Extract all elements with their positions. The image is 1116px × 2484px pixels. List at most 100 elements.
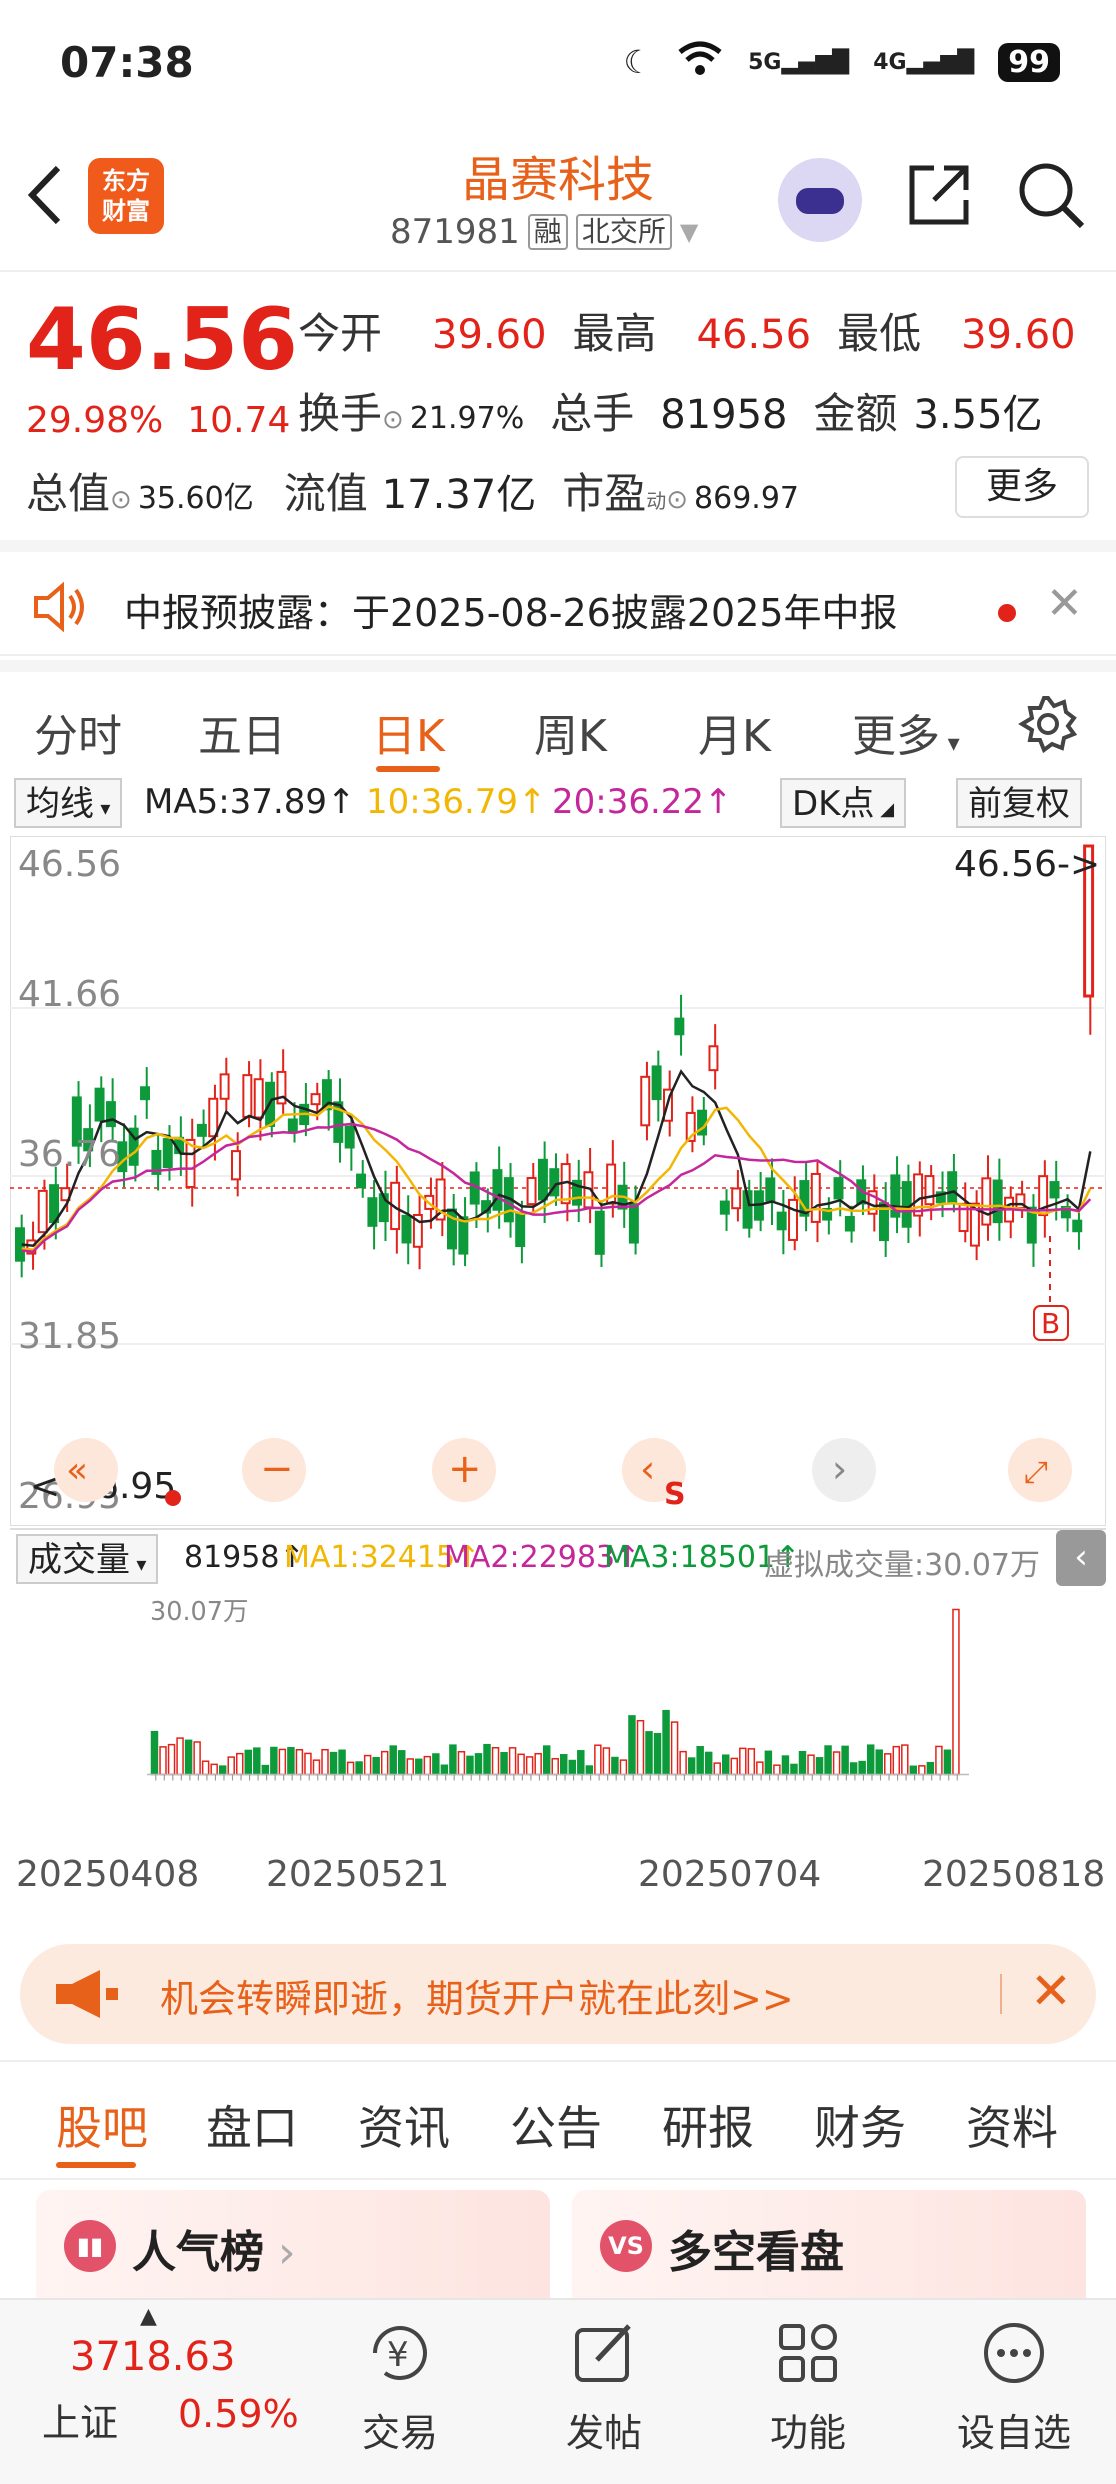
candle-body <box>94 1087 105 1122</box>
candle-body <box>594 1210 605 1255</box>
tab-intraday[interactable]: 分时 <box>34 700 122 764</box>
zoom-out-glyph: − <box>260 1446 294 1492</box>
content-tabs: 股吧 盘口 资讯 公告 研报 财务 资料 <box>0 2060 1116 2180</box>
tab-announcement[interactable]: 公告 <box>510 2092 602 2158</box>
search-icon[interactable] <box>1016 160 1086 230</box>
candle-body <box>356 1173 367 1189</box>
tab-guba[interactable]: 股吧 <box>56 2092 148 2158</box>
volume-bar <box>201 1760 210 1776</box>
info-icon[interactable]: ⊙ <box>666 485 688 515</box>
volume-bar <box>824 1745 832 1776</box>
volume-bar <box>670 1721 679 1776</box>
volume-bar <box>500 1752 508 1776</box>
volume-bar <box>457 1750 466 1776</box>
tab-finance[interactable]: 财务 <box>814 2092 906 2158</box>
virtual-volume: 虚拟成交量:30.07万 <box>764 1548 1040 1583</box>
ma-selector[interactable]: 均线 ▾ <box>14 778 123 828</box>
volume-bar <box>236 1752 244 1776</box>
nav-functions[interactable]: 功能 <box>738 2318 878 2457</box>
volume-selector[interactable]: 成交量 ▾ <box>16 1534 159 1584</box>
tab-more[interactable]: 更多 ▾ <box>852 700 960 764</box>
notice-text: 中报预披露：于2025-08-26披露2025年中报 <box>124 591 898 635</box>
candle-body <box>640 1075 651 1127</box>
margin-tag: 融 <box>527 214 568 250</box>
open-value: 39.60 <box>432 312 547 358</box>
volume-bar <box>167 1743 176 1776</box>
exchange-tag: 北交所 <box>575 214 672 250</box>
close-icon[interactable]: ✕ <box>1030 1962 1072 2020</box>
candle-body <box>458 1216 469 1255</box>
kline-chart[interactable]: 46.56 41.66 36.76 31.85 26.95 46.56-> <-… <box>10 836 1106 1526</box>
nav-post[interactable]: 发帖 <box>534 2318 674 2457</box>
share-icon[interactable] <box>904 160 974 230</box>
volume-bar <box>653 1732 662 1776</box>
candle-body <box>651 1065 662 1101</box>
stock-code-row[interactable]: 871981 融 北交所 ▼ <box>390 212 698 252</box>
megaphone-icon <box>50 1966 122 2022</box>
collapse-panel-icon[interactable]: ‹ <box>1056 1530 1106 1586</box>
volume-bar <box>363 1754 372 1776</box>
nav-add-watchlist[interactable]: 设自选 <box>944 2318 1084 2457</box>
candle-body <box>719 1200 730 1215</box>
tab-news[interactable]: 资讯 <box>358 2092 450 2158</box>
candle-body <box>765 1177 776 1202</box>
info-icon[interactable]: ⊙ <box>110 485 132 515</box>
low-value: 39.60 <box>961 312 1076 358</box>
volume-bar <box>176 1737 184 1776</box>
tab-profile[interactable]: 资料 <box>966 2092 1058 2158</box>
volume-bar <box>338 1749 346 1776</box>
y-label-2: 41.66 <box>18 974 121 1015</box>
tab-research[interactable]: 研报 <box>662 2092 754 2158</box>
ai-assistant-icon[interactable] <box>778 158 862 242</box>
tab-weekly-k[interactable]: 周K <box>534 700 607 764</box>
volume-bar <box>372 1757 380 1776</box>
volume-bar <box>909 1765 918 1776</box>
volume-bar <box>866 1744 875 1776</box>
dk-point-selector[interactable]: DK点 ◢ <box>780 778 907 828</box>
bar-chart-icon: ▮▮ <box>64 2220 116 2272</box>
promo-banner[interactable]: 机会转瞬即逝，期货开户就在此刻>> ✕ <box>20 1944 1096 2044</box>
tab-five-day[interactable]: 五日 <box>198 700 286 764</box>
yen-cycle-icon: ¥ <box>365 2318 435 2388</box>
next-glyph: › <box>832 1447 847 1491</box>
index-value[interactable]: 3718.63 <box>70 2334 235 2380</box>
volume-bar <box>577 1750 585 1776</box>
more-dots-icon <box>979 2318 1049 2388</box>
candle-body <box>924 1175 935 1206</box>
candle-body <box>901 1181 912 1228</box>
tab-monthly-k[interactable]: 月K <box>698 700 771 764</box>
close-icon[interactable]: ✕ <box>1046 578 1083 629</box>
candle-body <box>37 1189 48 1234</box>
volume-bar <box>875 1749 883 1776</box>
adjust-selector[interactable]: 前复权 <box>956 778 1082 828</box>
candle-body <box>253 1078 264 1119</box>
gear-icon[interactable] <box>1018 694 1078 754</box>
turnover-label: 换手 <box>298 389 383 438</box>
more-quote-button[interactable]: 更多 <box>955 456 1089 518</box>
candle-body <box>1049 1181 1060 1199</box>
status-time: 07:38 <box>60 38 194 87</box>
promo-divider <box>1000 1974 1002 2014</box>
candle-body <box>242 1074 253 1118</box>
volume-bar <box>380 1750 389 1776</box>
volume-bar <box>474 1753 483 1776</box>
volume-bar <box>858 1760 866 1776</box>
index-name: 上证 <box>42 2401 119 2445</box>
candle-body <box>992 1179 1003 1224</box>
volume-bar <box>926 1761 935 1776</box>
volume-bar <box>270 1746 278 1776</box>
volume-bar <box>935 1745 943 1776</box>
volume-bar <box>756 1761 764 1776</box>
volume-bar <box>432 1753 440 1776</box>
candle-body <box>219 1073 230 1100</box>
quote-row-2: 换手 ⊙ 21.97% 总手 81958 金额 3.55亿 <box>298 380 1043 441</box>
change-pct: 29.98% <box>26 400 164 441</box>
tab-daily-k[interactable]: 日K <box>372 700 445 764</box>
info-icon[interactable]: ⊙ <box>382 405 404 435</box>
expand-up-icon[interactable]: ▲ <box>140 2304 157 2329</box>
volume-y-max: 30.07万 <box>150 1597 249 1627</box>
tab-pankou[interactable]: 盘口 <box>206 2092 298 2158</box>
nav-trade[interactable]: ¥ 交易 <box>330 2318 470 2457</box>
notice-bar[interactable]: 中报预披露：于2025-08-26披露2025年中报 ✕ <box>0 540 1116 656</box>
volume-bar <box>679 1750 687 1776</box>
